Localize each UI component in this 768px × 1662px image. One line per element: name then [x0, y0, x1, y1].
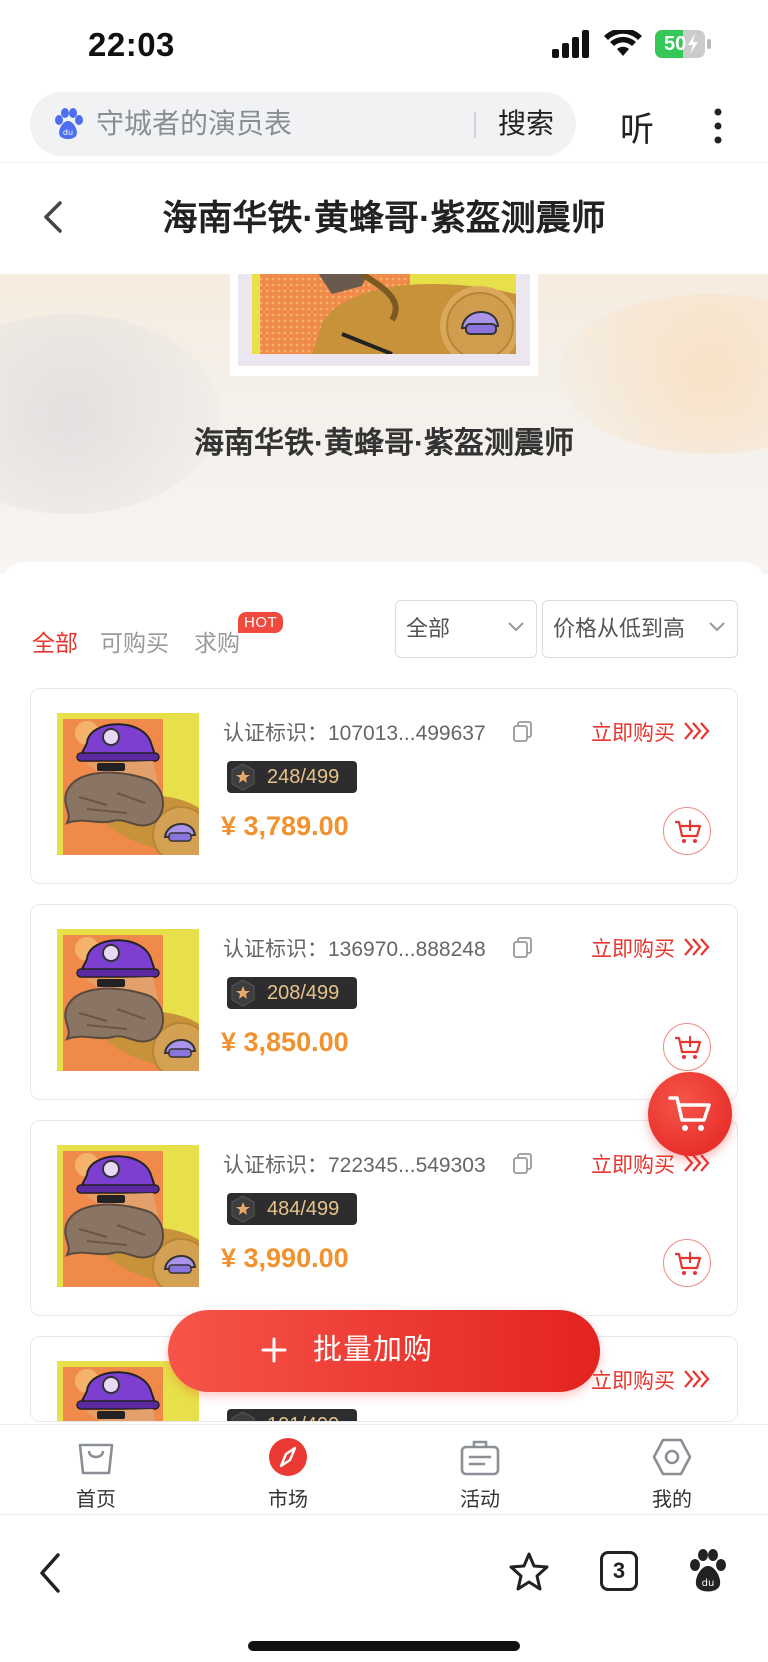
tabbar-item-market[interactable]: 市场: [228, 1425, 348, 1515]
listen-button[interactable]: 听: [620, 102, 654, 151]
sort-select-value: 价格从低到高: [553, 616, 686, 641]
tabbar-label-market: 市场: [268, 1489, 308, 1511]
app-tab-bar: 首页 市场 活动 我的: [0, 1424, 768, 1514]
certificate-id: 认证标识：722345...549303: [223, 1154, 486, 1177]
svg-text:du: du: [63, 128, 73, 137]
page-title: 海南华铁·黄蜂哥·紫盔测震师: [162, 199, 606, 238]
shopping-cart-icon: [668, 1096, 711, 1131]
listing-item[interactable]: 认证标识：722345...549303 立即购买 484/499 ¥ 3,99…: [30, 1120, 738, 1316]
buy-now-link[interactable]: 立即购买: [591, 1149, 675, 1179]
tabbar-item-mine[interactable]: 我的: [612, 1425, 732, 1515]
edition-badge: 248/499: [227, 761, 357, 793]
status-bar: 22:03 50: [0, 0, 768, 90]
compass-icon: [269, 1438, 307, 1476]
browser-back-icon[interactable]: [36, 1551, 64, 1595]
chevron-down-icon: [709, 622, 725, 632]
tabbar-label-mine: 我的: [652, 1489, 692, 1511]
hero-artwork-frame: [230, 274, 538, 376]
certificate-id: 认证标识：136970...888248: [223, 938, 486, 961]
category-select-value: 全部: [406, 616, 451, 641]
buy-now-link[interactable]: 立即购买: [591, 717, 675, 747]
edition-number: 101/499: [267, 1409, 339, 1421]
batch-add-label: 批量加购: [313, 1334, 434, 1366]
more-vertical-icon[interactable]: [708, 106, 728, 146]
chevron-down-icon: [508, 622, 524, 632]
edition-badge: 484/499: [227, 1193, 357, 1225]
tab-all[interactable]: 全部: [32, 624, 78, 658]
hexagon-icon: [652, 1438, 692, 1476]
double-chevron-right-icon[interactable]: [683, 1369, 711, 1389]
battery-level: 50: [664, 33, 687, 55]
copy-icon[interactable]: [513, 1153, 533, 1175]
search-button[interactable]: 搜索: [498, 92, 554, 156]
listing-panel: 全部 可购买 求购 HOT 全部 价格从低到高 认证标识：107013...49…: [0, 562, 768, 1422]
double-chevron-right-icon[interactable]: [683, 1153, 711, 1173]
tabbar-label-home: 首页: [76, 1489, 116, 1511]
item-thumbnail[interactable]: [57, 1145, 199, 1287]
tabbar-item-activity[interactable]: 活动: [420, 1425, 540, 1515]
star-bookmark-icon[interactable]: [508, 1551, 550, 1593]
category-select[interactable]: 全部: [395, 600, 537, 658]
browser-bar: du 守城者的演员表 搜索 听: [0, 90, 768, 162]
baidu-paw-icon[interactable]: du: [688, 1549, 728, 1593]
star-badge-icon: [231, 1411, 255, 1421]
tab-available[interactable]: 可购买: [100, 624, 169, 658]
svg-text:du: du: [702, 1578, 715, 1589]
bag-icon: [78, 1443, 114, 1475]
buy-now-link[interactable]: 立即购买: [591, 1365, 675, 1395]
page-header: 海南华铁·黄蜂哥·紫盔测震师: [0, 162, 768, 274]
tabbar-item-home[interactable]: 首页: [36, 1425, 156, 1515]
edition-number: 248/499: [267, 766, 340, 788]
star-badge-icon: [231, 979, 255, 1007]
edition-badge: 101/499: [227, 1409, 357, 1421]
listing-item[interactable]: 认证标识：107013...499637 立即购买 248/499 ¥ 3,78…: [30, 688, 738, 884]
batch-add-to-cart-button[interactable]: 批量加购: [168, 1310, 600, 1392]
edition-badge: 208/499: [227, 977, 357, 1009]
buy-now-link[interactable]: 立即购买: [591, 933, 675, 963]
copy-icon[interactable]: [513, 937, 533, 959]
hot-badge: HOT: [238, 612, 284, 633]
star-badge-icon: [231, 763, 255, 791]
double-chevron-right-icon[interactable]: [683, 721, 711, 741]
briefcase-icon: [460, 1440, 500, 1476]
double-chevron-right-icon[interactable]: [683, 937, 711, 957]
cart-plus-icon: [675, 1252, 702, 1275]
search-divider: [474, 112, 476, 138]
wifi-icon: [604, 30, 642, 56]
copy-icon[interactable]: [513, 721, 533, 743]
add-to-cart-button[interactable]: [663, 1239, 711, 1287]
search-query-text[interactable]: 守城者的演员表: [96, 92, 292, 156]
cart-plus-icon: [675, 1036, 702, 1059]
item-price: ¥ 3,789.00: [221, 811, 349, 841]
edition-number: 484/499: [267, 1198, 340, 1220]
browser-toolbar: 3 du: [0, 1514, 768, 1662]
tabbar-label-activity: 活动: [460, 1489, 500, 1511]
floating-cart-button[interactable]: [648, 1072, 732, 1156]
hero-artwork[interactable]: [252, 274, 516, 354]
item-thumbnail[interactable]: [57, 713, 199, 855]
home-indicator: [248, 1641, 520, 1651]
baidu-paw-icon: du: [55, 108, 83, 139]
plus-icon: [261, 1337, 287, 1363]
status-time: 22:03: [88, 26, 175, 63]
browser-search-box[interactable]: du 守城者的演员表 搜索: [30, 92, 576, 156]
hero-item-name: 海南华铁·黄蜂哥·紫盔测震师: [194, 427, 574, 460]
cart-plus-icon: [675, 820, 702, 843]
item-thumbnail[interactable]: [57, 929, 199, 1071]
edition-number: 208/499: [267, 982, 340, 1004]
item-price: ¥ 3,990.00: [221, 1243, 349, 1273]
cellular-signal-icon: [552, 30, 589, 58]
add-to-cart-button[interactable]: [663, 1023, 711, 1071]
sort-select[interactable]: 价格从低到高: [542, 600, 738, 658]
item-price: ¥ 3,850.00: [221, 1027, 349, 1057]
listing-item[interactable]: 认证标识：136970...888248 立即购买 208/499 ¥ 3,85…: [30, 904, 738, 1100]
tab-wanted[interactable]: 求购: [194, 624, 240, 658]
hero-banner: 海南华铁·黄蜂哥·紫盔测震师: [0, 274, 768, 574]
certificate-id: 认证标识：107013...499637: [223, 722, 486, 745]
add-to-cart-button[interactable]: [663, 807, 711, 855]
tab-count-button[interactable]: 3: [600, 1551, 638, 1591]
star-badge-icon: [231, 1195, 255, 1223]
